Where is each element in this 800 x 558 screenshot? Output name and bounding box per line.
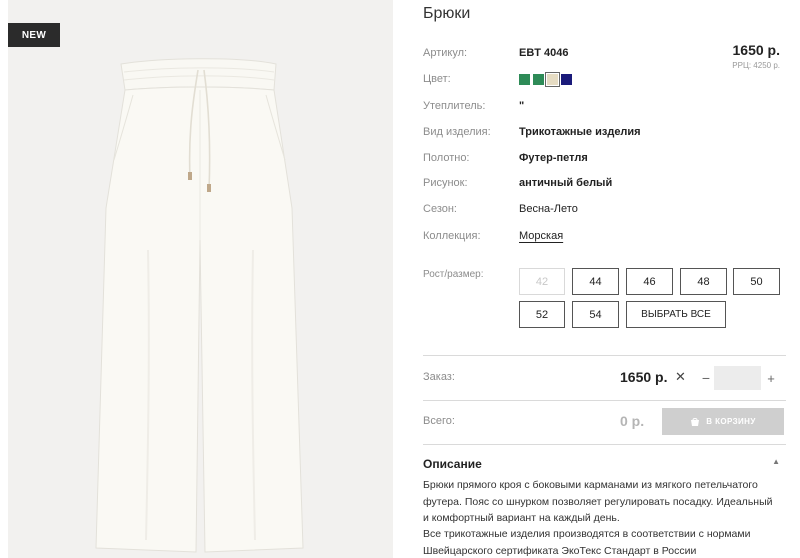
size-label: Рост/размер: [423,269,484,280]
season-label: Сезон: [423,203,457,215]
size-button-42[interactable]: 42 [519,268,565,295]
quantity-input[interactable] [714,366,761,390]
quantity-increment-button[interactable]: + [764,366,778,390]
insulation-value: " [519,100,525,112]
size-button-44[interactable]: 44 [572,268,619,295]
color-swatch-beige[interactable] [545,71,560,87]
fabric-label: Полотно: [423,152,470,164]
description-title[interactable]: Описание [423,457,482,471]
product-photo[interactable] [8,0,393,558]
product-price: 1650 р. [732,42,780,58]
property-pattern: Рисунок: античный белый [423,175,723,191]
recommended-retail-price: РРЦ: 4250 р. [732,61,780,70]
product-image-panel: NEW [8,0,393,558]
collection-label: Коллекция: [423,230,481,242]
add-to-cart-button[interactable]: В КОРЗИНУ [662,408,784,435]
product-title: Брюки [423,5,471,22]
times-icon: ✕ [675,369,686,384]
size-button-46[interactable]: 46 [626,268,673,295]
order-label: Заказ: [423,371,455,383]
divider [423,444,786,445]
size-button-48[interactable]: 48 [680,268,727,295]
property-insulation: Утеплитель: " [423,98,723,114]
color-swatch-green-1[interactable] [519,73,530,85]
size-button-50[interactable]: 50 [733,268,780,295]
description-text-continued: Все трикотажные изделия производятся в с… [423,528,751,557]
property-collection: Коллекция: Морская [423,228,723,244]
size-button-54[interactable]: 54 [572,301,619,328]
quantity-decrement-button[interactable]: − [699,366,713,390]
pattern-label: Рисунок: [423,177,468,189]
divider [423,355,786,356]
pattern-value: античный белый [519,177,613,189]
color-swatches [519,71,572,87]
article-value: EBT 4046 [519,47,569,59]
total-label: Всего: [423,415,455,427]
article-label: Артикул: [423,47,468,59]
divider [423,400,786,401]
basket-icon [691,417,700,426]
new-badge: NEW [8,23,60,47]
color-label: Цвет: [423,73,451,85]
type-label: Вид изделия: [423,126,491,138]
product-info-panel: Брюки 1650 р. РРЦ: 4250 р. Артикул: EBT … [423,0,786,558]
color-swatch-green-2[interactable] [533,73,544,85]
property-article: Артикул: EBT 4046 [423,45,723,61]
property-fabric: Полотно: Футер-петля [423,150,723,166]
description-text: Брюки прямого кроя с боковыми карманами … [423,479,773,524]
size-button-52[interactable]: 52 [519,301,565,328]
season-value: Весна-Лето [519,203,578,215]
add-to-cart-label: В КОРЗИНУ [706,417,756,426]
property-season: Сезон: Весна-Лето [423,201,723,217]
type-value: Трикотажные изделия [519,126,641,138]
property-color: Цвет: [423,71,723,87]
total-value: 0 р. [620,413,645,429]
fabric-value: Футер-петля [519,152,588,164]
collapse-arrow-icon[interactable]: ▲ [772,457,780,466]
order-price: 1650 р. [620,369,668,385]
property-type: Вид изделия: Трикотажные изделия [423,124,723,140]
color-swatch-navy[interactable] [561,73,572,85]
insulation-label: Утеплитель: [423,100,486,112]
collection-link[interactable]: Морская [519,230,563,242]
select-all-sizes-button[interactable]: ВЫБРАТЬ ВСЕ [626,301,726,328]
